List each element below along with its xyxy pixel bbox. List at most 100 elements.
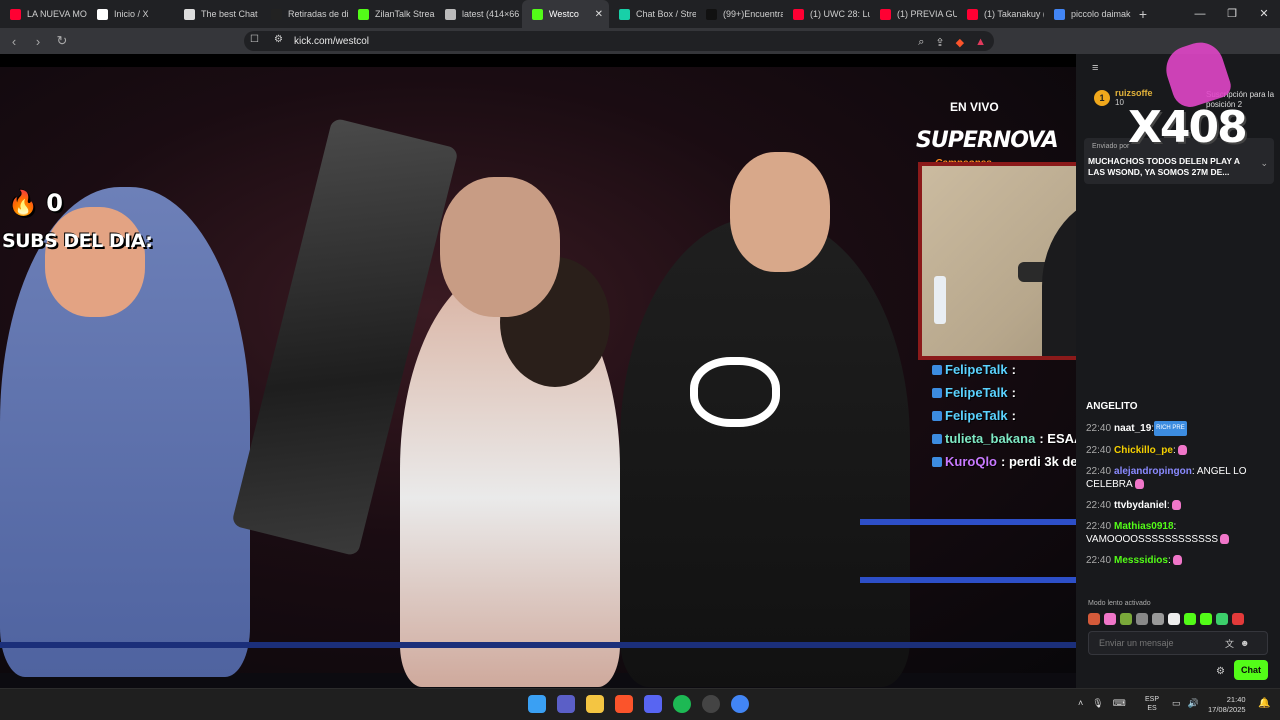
language-indicator[interactable]: ESP ES: [1145, 695, 1159, 713]
message-username[interactable]: ANGELITO: [1086, 401, 1137, 412]
forward-icon[interactable]: ›: [28, 34, 48, 49]
emote-icon[interactable]: [1232, 613, 1244, 625]
message-username[interactable]: Messsidios: [1114, 555, 1168, 566]
teams-icon[interactable]: [557, 695, 575, 713]
browser-tab[interactable]: ZilanTalk Strea: [348, 0, 435, 28]
tab-close-icon[interactable]: ✕: [595, 9, 603, 20]
browser-tab[interactable]: (1) PREVIA GU: [870, 0, 957, 28]
message-username[interactable]: Chickillo_pe: [1114, 445, 1173, 456]
volume-icon[interactable]: 🔊: [1188, 698, 1199, 709]
emote-icon[interactable]: [1088, 613, 1100, 625]
tab-title: Westco: [549, 9, 579, 19]
obs-icon[interactable]: [702, 695, 720, 713]
keyboard-icon[interactable]: ⌨: [1113, 698, 1126, 709]
pinned-text: MUCHACHOS TODOS DELEN PLAY A LAS WSOND, …: [1088, 156, 1240, 177]
chevron-down-icon[interactable]: ⌄: [1260, 158, 1268, 169]
tab-favicon-icon: [97, 8, 108, 20]
chat-message: 22:40 Mathias0918: VAMOOOOSSSSSSSSSSSS: [1086, 520, 1276, 546]
start-icon[interactable]: [528, 695, 546, 713]
message-username[interactable]: Mathias0918: [1114, 521, 1173, 532]
browser-tab[interactable]: Westco ✕: [522, 0, 609, 28]
emote-icon[interactable]: [1216, 613, 1228, 625]
zoom-icon[interactable]: ⌕: [918, 36, 924, 49]
browser-tab[interactable]: (1) UWC 28: Lu: [783, 0, 870, 28]
file-explorer-icon[interactable]: [586, 695, 604, 713]
browser-tab[interactable]: piccolo daimak: [1044, 0, 1131, 28]
message-username[interactable]: ttvbydaniel: [1114, 500, 1167, 511]
browser-tab[interactable]: Inicio / X: [87, 0, 174, 28]
translate-icon[interactable]: 文: [1225, 637, 1234, 650]
stream-video[interactable]: 🔥 0 SUBS DEL DIA: EN VIVO SUPERNOVA Camp…: [0, 54, 1076, 688]
browser-tab[interactable]: Chat Box / Stre: [609, 0, 696, 28]
message-username[interactable]: naat_19: [1114, 423, 1151, 434]
rank-badge: 1: [1094, 89, 1110, 106]
notification-icon[interactable]: 🔔: [1258, 698, 1270, 709]
brave-icon[interactable]: [615, 695, 633, 713]
message-text: :: [1166, 500, 1170, 511]
share-icon[interactable]: ⇪: [935, 36, 944, 49]
brave-rewards-icon[interactable]: ▲: [975, 36, 986, 49]
taskbar-apps: [528, 695, 749, 713]
boxing-ring-scene: [0, 67, 1076, 687]
emote-icon: [1220, 534, 1230, 545]
message-text: :: [1172, 445, 1176, 456]
chrome-icon[interactable]: [731, 695, 749, 713]
back-icon[interactable]: ‹: [4, 34, 24, 49]
window-controls: — ❐ ✕: [1184, 0, 1280, 28]
emote-icon[interactable]: [1200, 613, 1212, 625]
network-icon[interactable]: ▭: [1172, 698, 1181, 709]
badge-icon: [932, 410, 942, 421]
message-username[interactable]: alejandropingon: [1114, 466, 1192, 477]
chat-settings-icon[interactable]: ⚙: [1216, 666, 1225, 677]
message-time: 22:40: [1086, 466, 1112, 477]
navigation-bar: ‹ › ↻ ☐ ⚙ kick.com/westcol ⌕ ⇪ ◆ ▲ ⧉ ▣ ♫…: [0, 28, 1280, 74]
emote-icon[interactable]: [1184, 613, 1196, 625]
chat-message: ANGELITO: [1086, 400, 1276, 413]
browser-tab[interactable]: The best Chat: [174, 0, 261, 28]
emote-icon: [1171, 500, 1181, 511]
close-icon[interactable]: ✕: [1248, 0, 1280, 28]
bottle: [934, 276, 946, 324]
site-info-icon[interactable]: ⚙: [274, 34, 283, 45]
browser-tab[interactable]: Retiradas de di: [261, 0, 348, 28]
chevron-up-icon[interactable]: ˄: [1078, 698, 1083, 709]
address-bar[interactable]: ☐ ⚙ kick.com/westcol ⌕ ⇪ ◆ ▲: [244, 31, 994, 51]
emote-icon[interactable]: [1120, 613, 1132, 625]
discord-icon[interactable]: [644, 695, 662, 713]
tab-favicon-icon: [1054, 8, 1065, 20]
browser-tab[interactable]: (1) Takanakuy (: [957, 0, 1044, 28]
leader-username[interactable]: ruizsoffe: [1115, 88, 1153, 98]
emote-icon[interactable]: [1152, 613, 1164, 625]
browser-tab[interactable]: latest (414×66: [435, 0, 522, 28]
url-text[interactable]: kick.com/westcol: [294, 36, 369, 47]
message-field[interactable]: [1099, 638, 1219, 648]
overlay-message: :: [1011, 362, 1016, 377]
collapse-chat-icon[interactable]: ≡: [1092, 62, 1098, 74]
chat-message: 22:40 Messsidios:: [1086, 554, 1276, 567]
tab-title: piccolo daimak: [1071, 9, 1131, 19]
send-chat-button[interactable]: Chat: [1234, 660, 1268, 680]
reload-icon[interactable]: ↻: [52, 33, 72, 49]
tab-favicon-icon: [793, 8, 804, 20]
bookmark-icon[interactable]: ☐: [250, 34, 259, 45]
subs-label: SUBS DEL DIA:: [2, 230, 153, 252]
emote-icon[interactable]: [1104, 613, 1116, 625]
restore-icon[interactable]: ❐: [1216, 0, 1248, 28]
overlay-username: FelipeTalk: [945, 385, 1008, 400]
browser-tab[interactable]: (99+)Encuentra: [696, 0, 783, 28]
emote-icon[interactable]: [1168, 613, 1180, 625]
overlay-username: tulieta_bakana: [945, 431, 1036, 446]
spotify-icon[interactable]: [673, 695, 691, 713]
browser-tab[interactable]: LA NUEVA MO: [0, 0, 87, 28]
emote-icon: [1134, 479, 1144, 490]
badge-icon: [932, 456, 942, 467]
emote-icon[interactable]: [1136, 613, 1148, 625]
minimize-icon[interactable]: —: [1184, 0, 1216, 28]
emoji-icon[interactable]: ☻: [1240, 638, 1249, 648]
clock[interactable]: 21:40 17/08/2025: [1208, 695, 1246, 715]
microphone-icon[interactable]: 🎙: [1092, 698, 1103, 709]
message-input[interactable]: 文 ☻: [1088, 631, 1268, 655]
event-brand: SUPERNOVA: [916, 128, 1059, 153]
new-tab-button[interactable]: +: [1131, 6, 1155, 22]
brave-shields-icon[interactable]: ◆: [956, 36, 964, 49]
